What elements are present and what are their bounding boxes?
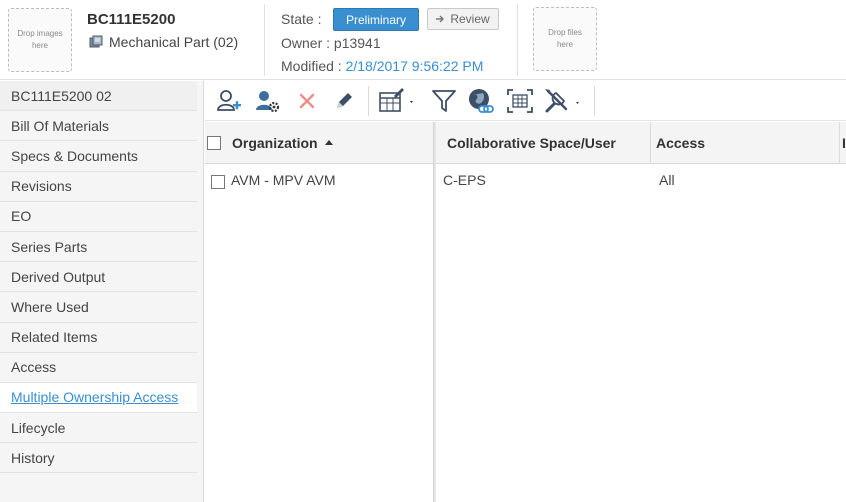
add-user-icon[interactable] <box>215 87 243 115</box>
owner-text: Owner : p13941 <box>281 35 381 51</box>
state-preliminary-button[interactable]: Preliminary <box>333 8 419 31</box>
tools-icon[interactable] <box>542 87 584 115</box>
sidebar-item-derived-output[interactable]: Derived Output <box>0 262 197 293</box>
edit-icon[interactable] <box>330 87 358 115</box>
drop-images-zone[interactable]: Drop images here <box>8 8 72 72</box>
modified-label: Modified : <box>281 58 342 74</box>
sidebar-item-multiple-ownership-access[interactable]: Multiple Ownership Access <box>0 382 197 414</box>
sidebar-item-history[interactable]: History <box>0 443 197 474</box>
select-all-checkbox[interactable] <box>207 135 221 150</box>
access-cell: All <box>659 172 675 188</box>
organization-column-header[interactable]: Organization <box>205 122 433 164</box>
globe-link-icon[interactable] <box>467 87 495 115</box>
table-edit-icon[interactable] <box>378 87 416 115</box>
sidebar-item-bill-of-materials[interactable]: Bill Of Materials <box>0 111 197 142</box>
organization-cell: AVM - MPV AVM <box>231 172 336 188</box>
filter-icon[interactable] <box>430 87 458 115</box>
table-splitter[interactable] <box>433 122 436 502</box>
next-column-header[interactable]: I <box>840 122 846 164</box>
object-type-label: Mechanical Part (02) <box>109 34 239 50</box>
next-header-label: I <box>842 134 846 151</box>
sort-ascending-icon <box>324 140 333 145</box>
modified-date-link[interactable]: 2/18/2017 9:56:22 PM <box>346 58 484 74</box>
arrow-right-icon <box>436 15 445 23</box>
row-checkbox[interactable] <box>211 175 225 189</box>
state-label: State : <box>281 11 322 27</box>
toolbar-separator <box>594 86 595 116</box>
review-button[interactable]: Review <box>427 8 499 30</box>
sidebar-item-specs-documents[interactable]: Specs & Documents <box>0 141 197 172</box>
sidebar-item-revision[interactable]: BC111E5200 02 <box>0 81 197 112</box>
header-divider <box>517 4 518 76</box>
delete-icon[interactable] <box>293 87 321 115</box>
sidebar-item-revisions[interactable]: Revisions <box>0 172 197 202</box>
user-settings-icon[interactable] <box>253 87 281 115</box>
sidebar-item-series-parts[interactable]: Series Parts <box>0 232 197 263</box>
space-user-header-label: Collaborative Space/User <box>447 134 616 151</box>
sidebar: BC111E5200 02 Bill Of Materials Specs & … <box>0 81 204 502</box>
toolbar <box>205 81 846 121</box>
toolbar-separator <box>368 86 369 116</box>
ownership-table: Organization Collaborative Space/User Ac… <box>205 122 846 502</box>
organization-header-label: Organization <box>232 134 318 151</box>
object-type: Mechanical Part (02) <box>89 34 238 50</box>
review-label: Review <box>450 12 490 26</box>
access-column-header[interactable]: Access <box>651 122 840 164</box>
page-title: BC111E5200 <box>87 11 176 28</box>
sidebar-item-related-items[interactable]: Related Items <box>0 323 197 353</box>
modified-row: Modified : 2/18/2017 9:56:22 PM <box>281 58 483 74</box>
sidebar-item-lifecycle[interactable]: Lifecycle <box>0 413 197 444</box>
sidebar-item-access[interactable]: Access <box>0 353 197 383</box>
space-user-column-header[interactable]: Collaborative Space/User <box>436 122 651 164</box>
sidebar-item-eo[interactable]: EO <box>0 202 197 232</box>
drop-files-zone[interactable]: Drop files here <box>533 7 597 71</box>
part-icon <box>89 35 103 48</box>
access-header-label: Access <box>656 134 706 151</box>
grid-select-icon[interactable] <box>506 87 534 115</box>
object-header: Drop images here BC111E5200 Mechanical P… <box>0 0 846 80</box>
space-user-cell: C-EPS <box>443 172 486 188</box>
header-divider <box>264 4 265 76</box>
sidebar-item-where-used[interactable]: Where Used <box>0 292 197 323</box>
